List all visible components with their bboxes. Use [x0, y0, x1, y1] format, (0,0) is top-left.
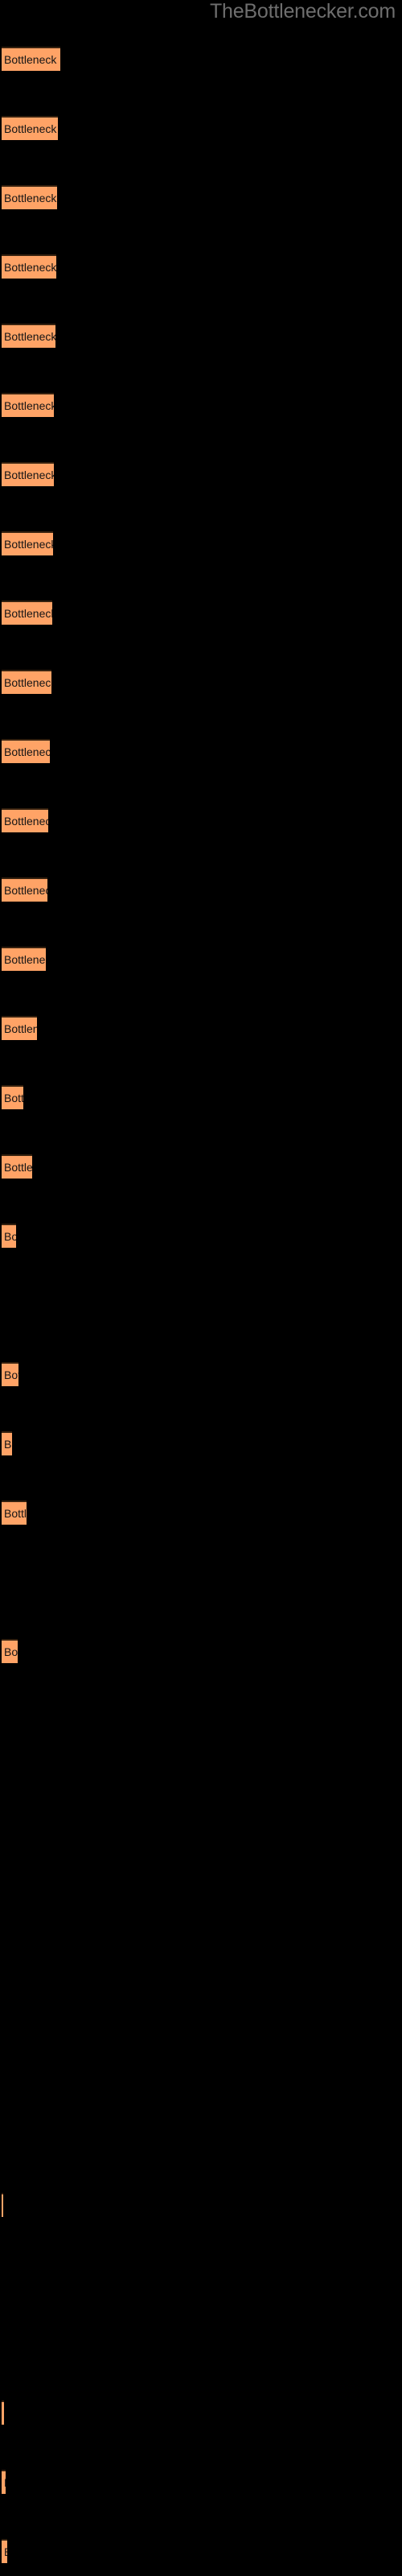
bar-10[interactable]: Bottleneck result: [2, 670, 51, 694]
bar-label: Bottleneck result: [4, 815, 48, 828]
bar-series-layer: Bottleneck result Bottleneck result Bottle…: [0, 0, 402, 2576]
bar-label: Bottleneck result: [4, 122, 58, 135]
bar-9[interactable]: Bottleneck result: [2, 601, 52, 625]
bar-26[interactable]: Bottleneck result: [2, 2539, 7, 2563]
bar-label: Bottleneck result: [4, 1230, 16, 1243]
bar-label: Bottleneck result: [4, 1368, 18, 1381]
bar-17[interactable]: Bottleneck result: [2, 1154, 32, 1179]
bar-label: Bottleneck result: [4, 330, 55, 343]
bar-22[interactable]: Bottleneck result: [2, 1639, 18, 1663]
bar-label: Bottleneck result: [4, 676, 51, 689]
bar-14[interactable]: Bottleneck result: [2, 947, 46, 971]
bar-5[interactable]: Bottleneck result: [2, 324, 55, 348]
bottleneck-chart: TheBottlenecker.com Bottleneck resultBot…: [0, 0, 402, 2576]
bar-7[interactable]: Bottleneck result: [2, 462, 54, 486]
bar-label: Bottleneck result: [4, 745, 50, 758]
bar-8[interactable]: Bottleneck result: [2, 531, 53, 555]
bar-label: Bottleneck result: [4, 53, 60, 66]
bar-23[interactable]: Bottleneck result: [2, 2193, 3, 2217]
bar-6[interactable]: Bottleneck result: [2, 393, 54, 417]
bar-label: Bottleneck result: [4, 607, 52, 620]
bar-24[interactable]: Bottleneck result: [2, 2401, 4, 2425]
bar-11[interactable]: Bottleneck result: [2, 739, 50, 763]
bar-label: Bottleneck result: [4, 399, 54, 412]
bar-label: Bottleneck result: [4, 2475, 6, 2491]
bar-19[interactable]: Bottleneck result: [2, 1362, 18, 1386]
bar-label: Bottleneck result: [4, 1507, 27, 1520]
bar-label: Bottleneck result: [4, 1438, 12, 1451]
bar-label: Bottleneck result: [4, 953, 46, 966]
bar-label: Bottleneck result: [4, 1092, 23, 1104]
bar-3[interactable]: Bottleneck result: [2, 185, 57, 209]
bar-20[interactable]: Bottleneck result: [2, 1431, 12, 1455]
bar-13[interactable]: Bottleneck result: [2, 877, 47, 902]
bar-25[interactable]: Bottleneck result: [2, 2470, 6, 2494]
bar-1[interactable]: Bottleneck result: [2, 47, 60, 71]
bar-label: Bottleneck result: [4, 1022, 37, 1035]
bar-label: Bottleneck result: [4, 469, 54, 481]
bar-2[interactable]: Bottleneck result: [2, 116, 58, 140]
bar-label: Bottleneck result: [4, 261, 56, 274]
bar-label: Bottleneck result: [4, 884, 47, 897]
bar-label: Bottleneck result: [4, 538, 53, 551]
bar-label: Bottleneck result: [4, 1161, 32, 1174]
bar-18[interactable]: Bottleneck result: [2, 1224, 16, 1248]
bar-15[interactable]: Bottleneck result: [2, 1016, 37, 1040]
bar-label: Bottleneck result: [4, 2544, 7, 2560]
bar-12[interactable]: Bottleneck result: [2, 808, 48, 832]
bar-label: Bottleneck result: [4, 1645, 18, 1658]
bar-16[interactable]: Bottleneck result: [2, 1085, 23, 1109]
bar-4[interactable]: Bottleneck result: [2, 254, 56, 279]
bar-label: Bottleneck result: [4, 192, 57, 204]
bar-21[interactable]: Bottleneck result: [2, 1501, 27, 1525]
